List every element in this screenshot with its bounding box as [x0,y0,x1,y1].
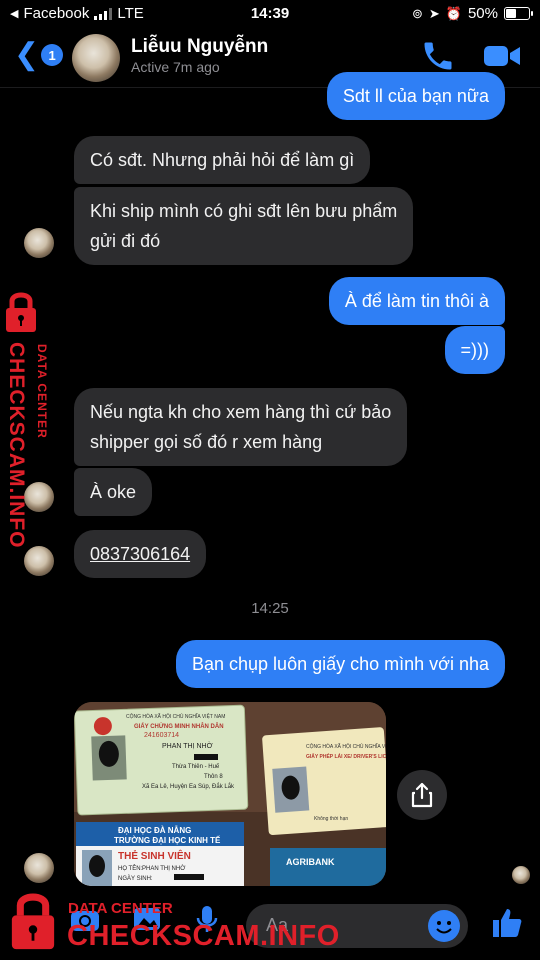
student-card-birth-label: NGÀY SINH: [118,875,153,882]
watermark-bottom-sub: DATA CENTER [68,900,173,917]
id-card-line: Xã Ea Lê, Huyện Ea Súp, Đắk Lắk [142,783,235,790]
alarm-icon: ⏰ [445,5,462,21]
message-bubble-outgoing[interactable]: À để làm tin thôi à [328,277,505,325]
orientation-lock-icon: ⊚ [411,5,423,21]
student-card-university: ĐẠI HỌC ĐÀ NẴNG [118,826,191,835]
student-card-name: PHAN THỊ NHỜ [142,865,185,872]
emoji-face-icon [436,921,452,934]
license-header: CỘNG HÒA XÃ HỘI CHỦ NGHĨA VIỆT NAM [306,742,386,750]
lock-icon [11,893,55,950]
id-card-number: 241603714 [144,732,179,739]
message-line: gửi đi đó [90,231,161,251]
id-card-header: CỘNG HÒA XÃ HỘI CHỦ NGHĨA VIỆT NAM [126,712,225,720]
lock-icon [6,292,36,332]
license-title: GIẤY PHÉP LÁI XE/ DRIVER'S LICENSE [306,752,386,760]
id-cards-photo: CỘNG HÒA XÃ HỘI CHỦ NGHĨA VIỆT NAM GIẤY … [74,702,386,886]
share-icon [411,782,433,808]
id-card-title: GIẤY CHỨNG MINH NHÂN DÂN [134,723,224,730]
sender-avatar[interactable] [24,228,54,258]
message-bubble-incoming[interactable]: À oke [74,468,153,516]
emoji-icon[interactable] [428,910,460,942]
message-bubble-incoming[interactable]: Khi ship mình có ghi sđt lên bưu phẩm gử… [74,187,414,265]
watermark-vertical-sub: DATA CENTER [35,344,49,439]
student-card-name-label: HỌ TÊN: [118,864,143,872]
message-line: Khi ship mình có ghi sđt lên bưu phẩm [90,201,398,221]
contact-name[interactable]: Liễuu Nguyễnn [131,36,268,58]
share-button[interactable] [397,770,447,820]
contact-avatar[interactable] [72,34,120,82]
battery-percent: 50% [467,5,498,22]
message-line: Nếu ngta kh cho xem hàng thì cứ bảo [90,402,392,422]
sender-avatar[interactable] [24,853,54,883]
id-card-line: Thôn 8 [204,774,223,780]
thumbs-up-icon[interactable] [490,906,524,940]
message-bubble-outgoing[interactable]: Bạn chụp luôn giấy cho mình với nha [176,640,505,688]
student-card-school: TRƯỜNG ĐẠI HỌC KINH TẾ [114,835,221,845]
location-icon: ➤ [428,5,440,21]
message-bubble-outgoing[interactable]: =))) [444,326,505,374]
id-card-line: Thừa Thiên - Huế [172,764,220,770]
back-button[interactable]: ❮ 1 [14,38,64,71]
chevron-left-icon: ❮ [14,38,40,71]
watermark-bottom-main: CHECKSCAM.INFO [67,920,340,952]
phone-call-icon[interactable] [420,38,456,74]
id-card-name: PHAN THỊ NHỜ [162,741,213,750]
message-bubble-incoming[interactable]: Có sđt. Nhưng phải hỏi để làm gì [74,136,371,184]
message-bubble-incoming[interactable]: Nếu ngta kh cho xem hàng thì cứ bảo ship… [74,388,408,466]
watermark-side: CHECKSCAM.INFO DATA CENTER [0,290,60,560]
license-note: Không thời hạn [314,816,348,822]
student-card-title: THẺ SINH VIÊN [118,849,191,862]
message-bubble-outgoing[interactable]: Sdt ll của bạn nữa [326,72,505,120]
unread-badge: 1 [41,44,64,66]
watermark-vertical-main: CHECKSCAM.INFO [5,342,28,549]
contact-status: Active 7m ago [131,59,220,75]
photo-message[interactable]: CỘNG HÒA XÃ HỘI CHỦ NGHĨA VIỆT NAM GIẤY … [74,702,386,886]
seen-receipt-avatar [512,866,530,884]
battery-icon [504,7,533,20]
status-bar: ◀ Facebook LTE 14:39 ⊚ ➤ ⏰ 50% [0,0,540,28]
message-line: shipper gọi số đó r xem hàng [90,432,323,452]
bank-card-name: AGRIBANK [286,857,335,867]
message-phone-link[interactable]: 0837306164 [74,530,207,578]
video-call-icon[interactable] [482,42,522,70]
timestamp: 14:25 [251,600,289,617]
